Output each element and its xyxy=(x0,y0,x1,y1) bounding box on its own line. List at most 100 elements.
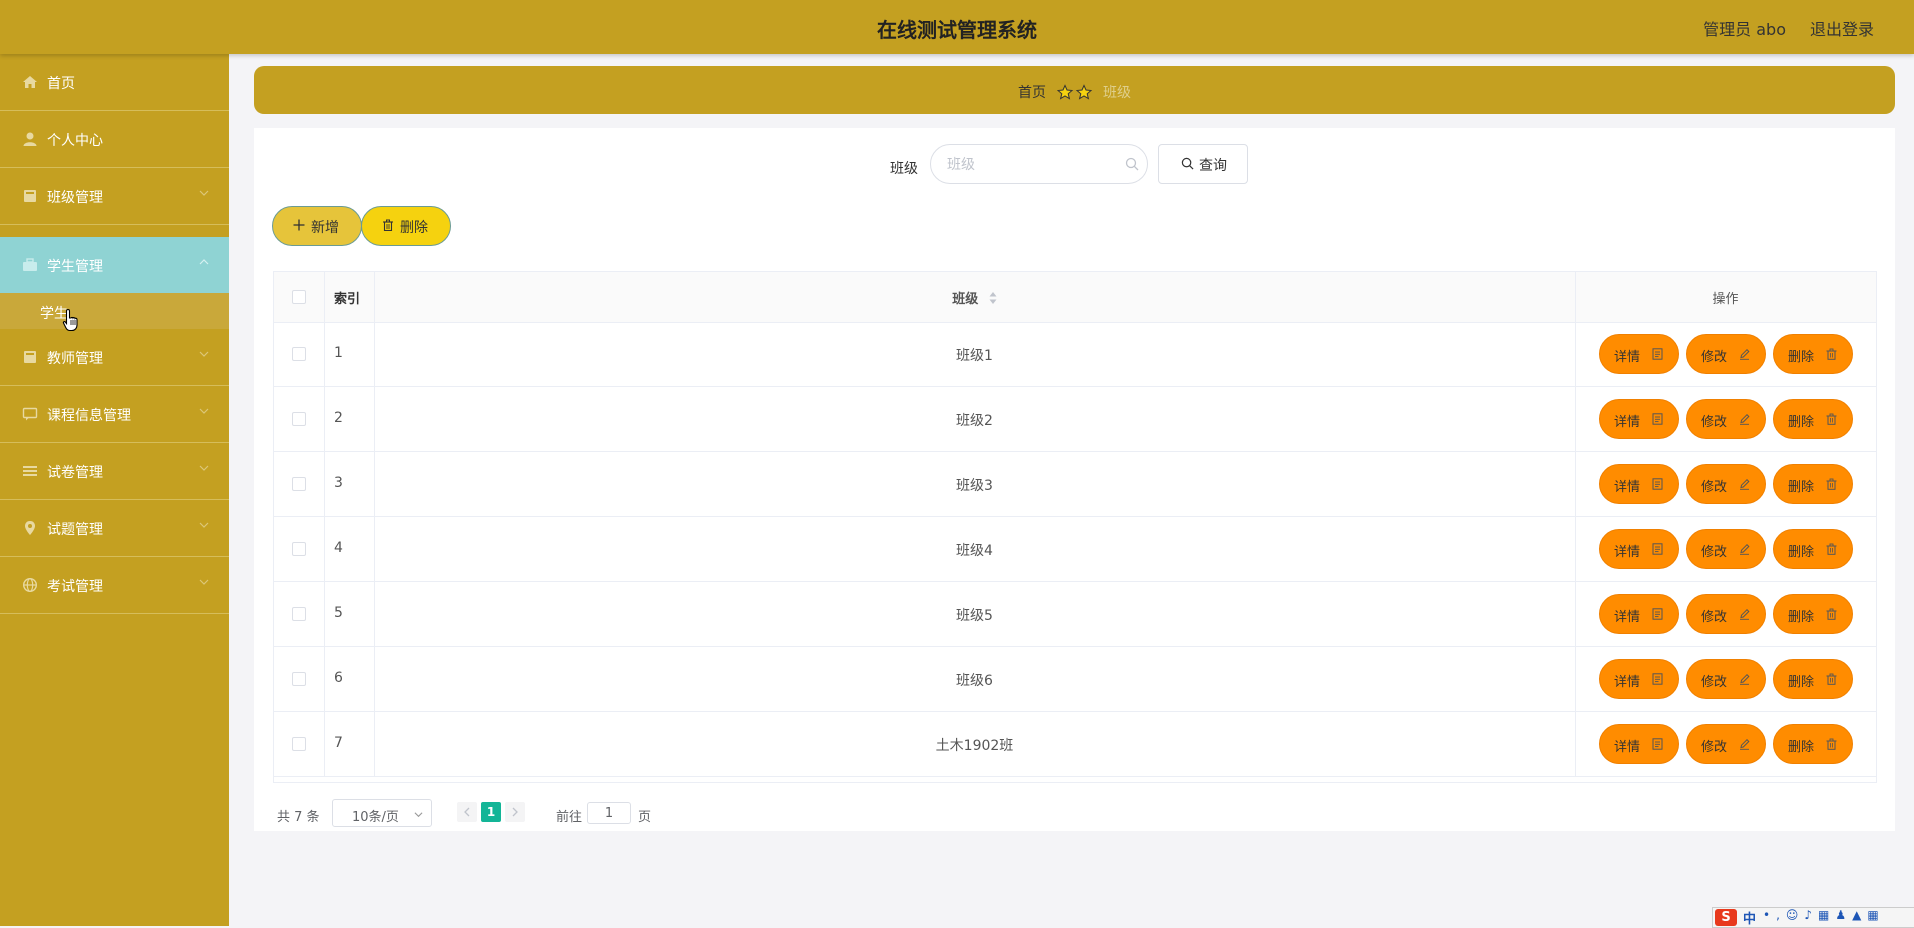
detail-button[interactable]: 详情 xyxy=(1599,659,1679,699)
edit-button[interactable]: 修改 xyxy=(1686,594,1766,634)
sidebar-item-student-management[interactable]: 学生管理 xyxy=(0,237,229,293)
detail-button[interactable]: 详情 xyxy=(1599,464,1679,504)
detail-button[interactable]: 详情 xyxy=(1599,724,1679,764)
delete-button[interactable]: 删除 xyxy=(1773,464,1853,504)
batch-delete-button[interactable]: 删除 xyxy=(361,206,451,246)
search-box xyxy=(930,144,1148,184)
detail-button-label: 详情 xyxy=(1614,675,1641,690)
search-input[interactable] xyxy=(945,154,1119,176)
ime-mode[interactable]: 中 xyxy=(1743,908,1756,927)
detail-button-label: 详情 xyxy=(1614,740,1641,755)
row-index: 3 xyxy=(334,475,343,491)
ime-toolbar[interactable]: S 中 •,☺♪▦♟▲▦ xyxy=(1712,907,1914,928)
detail-button[interactable]: 详情 xyxy=(1599,334,1679,374)
goto-label: 前往 xyxy=(556,810,583,825)
detail-button[interactable]: 详情 xyxy=(1599,529,1679,569)
row-checkbox[interactable] xyxy=(292,412,306,426)
delete-button[interactable]: 删除 xyxy=(1773,594,1853,634)
sidebar-item-question[interactable]: 试题管理 xyxy=(0,500,229,557)
page-size-select[interactable]: 10条/页 xyxy=(332,799,432,827)
add-button-label: 新增 xyxy=(311,220,339,236)
row-checkbox[interactable] xyxy=(292,607,306,621)
sidebar: 首页 个人中心 班级管理 学生管理 学生 教师管理 课程信息管理 试卷管理 试题… xyxy=(0,54,229,926)
chat-icon xyxy=(22,407,38,421)
column-header-index: 索引 xyxy=(334,292,361,307)
chevron-left-icon xyxy=(464,807,470,817)
column-header-class: 班级 xyxy=(952,292,979,307)
detail-button[interactable]: 详情 xyxy=(1599,594,1679,634)
edit-button[interactable]: 修改 xyxy=(1686,659,1766,699)
goto-page-input[interactable] xyxy=(587,802,631,824)
edit-icon xyxy=(1740,478,1750,490)
select-all-checkbox[interactable] xyxy=(292,290,306,304)
edit-button[interactable]: 修改 xyxy=(1686,334,1766,374)
edit-button-label: 修改 xyxy=(1701,675,1728,690)
sidebar-item-label: 班级管理 xyxy=(47,190,103,206)
document-icon xyxy=(1652,608,1663,620)
row-class-name: 班级4 xyxy=(956,543,993,559)
document-icon xyxy=(1652,413,1663,425)
ime-tool-icons[interactable]: •,☺♪▦♟▲▦ xyxy=(1763,908,1885,922)
trash-icon xyxy=(1826,413,1837,425)
edit-button[interactable]: 修改 xyxy=(1686,724,1766,764)
document-icon xyxy=(1652,478,1663,490)
trash-icon xyxy=(1826,738,1837,750)
breadcrumb: 首页 班级 xyxy=(254,66,1895,114)
breadcrumb-home[interactable]: 首页 xyxy=(1018,85,1046,101)
delete-button[interactable]: 删除 xyxy=(1773,399,1853,439)
logout-link[interactable]: 退出登录 xyxy=(1810,16,1874,40)
next-page-button[interactable] xyxy=(505,802,525,822)
edit-button-label: 修改 xyxy=(1701,545,1728,560)
document-icon xyxy=(1652,543,1663,555)
trash-icon xyxy=(1826,543,1837,555)
edit-button[interactable]: 修改 xyxy=(1686,399,1766,439)
table-row: 5 班级5 详情 修改 删除 xyxy=(274,582,1876,647)
chevron-up-icon xyxy=(199,259,209,265)
sidebar-item-teacher-management[interactable]: 教师管理 xyxy=(0,329,229,386)
delete-button-label: 删除 xyxy=(1788,675,1815,690)
plus-icon xyxy=(293,219,305,231)
pagination: 共 7 条 10条/页 1 前往 页 xyxy=(273,798,873,828)
delete-button[interactable]: 删除 xyxy=(1773,724,1853,764)
delete-button[interactable]: 删除 xyxy=(1773,334,1853,374)
sidebar-subitem-student[interactable]: 学生 xyxy=(0,293,229,329)
delete-button-label: 删除 xyxy=(1788,545,1815,560)
sort-icon[interactable] xyxy=(989,291,997,305)
chevron-down-icon xyxy=(199,408,209,414)
row-checkbox[interactable] xyxy=(292,542,306,556)
user-icon xyxy=(23,132,37,146)
sidebar-item-home[interactable]: 首页 xyxy=(0,54,229,111)
row-checkbox[interactable] xyxy=(292,672,306,686)
row-checkbox[interactable] xyxy=(292,347,306,361)
edit-button[interactable]: 修改 xyxy=(1686,464,1766,504)
prev-page-button[interactable] xyxy=(457,802,477,822)
delete-button-label: 删除 xyxy=(1788,415,1815,430)
row-index: 2 xyxy=(334,410,343,426)
sidebar-item-exam[interactable]: 考试管理 xyxy=(0,557,229,614)
sidebar-item-class-management[interactable]: 班级管理 xyxy=(0,168,229,225)
page-number-1[interactable]: 1 xyxy=(481,802,501,822)
main-content: 首页 班级 班级 查询 新增 删除 索引 xyxy=(229,54,1914,926)
location-icon xyxy=(25,521,35,535)
sidebar-item-exam-paper[interactable]: 试卷管理 xyxy=(0,443,229,500)
table-header: 索引 班级 操作 xyxy=(274,272,1876,323)
list-icon xyxy=(23,466,37,476)
sidebar-item-course-info[interactable]: 课程信息管理 xyxy=(0,386,229,443)
add-button[interactable]: 新增 xyxy=(272,206,362,246)
delete-button-label: 删除 xyxy=(1788,480,1815,495)
delete-button[interactable]: 删除 xyxy=(1773,659,1853,699)
detail-button[interactable]: 详情 xyxy=(1599,399,1679,439)
edit-button[interactable]: 修改 xyxy=(1686,529,1766,569)
query-button[interactable]: 查询 xyxy=(1158,144,1248,184)
briefcase-icon xyxy=(23,258,37,271)
sidebar-item-label: 课程信息管理 xyxy=(47,408,131,424)
row-checkbox[interactable] xyxy=(292,477,306,491)
row-checkbox[interactable] xyxy=(292,737,306,751)
table-row: 3 班级3 详情 修改 删除 xyxy=(274,452,1876,517)
delete-button[interactable]: 删除 xyxy=(1773,529,1853,569)
sidebar-item-label: 试卷管理 xyxy=(47,465,103,481)
sidebar-item-profile[interactable]: 个人中心 xyxy=(0,111,229,168)
detail-button-label: 详情 xyxy=(1614,480,1641,495)
document-icon xyxy=(1652,348,1663,360)
